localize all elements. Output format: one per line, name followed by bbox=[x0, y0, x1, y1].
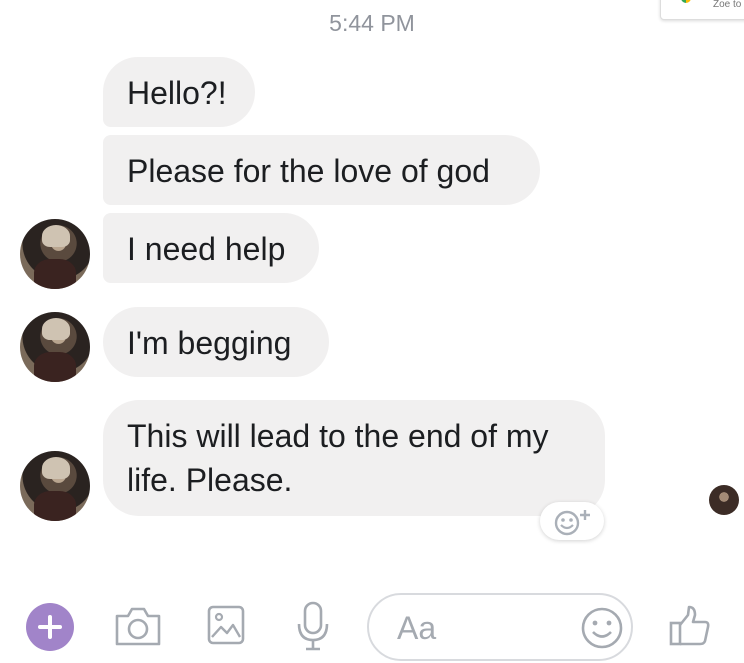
message-bubble[interactable]: Please for the love of god bbox=[103, 135, 540, 205]
message-bubble[interactable]: I need help bbox=[103, 213, 319, 283]
camera-icon bbox=[115, 607, 161, 646]
like-button[interactable] bbox=[668, 604, 712, 653]
sender-avatar[interactable] bbox=[20, 312, 90, 382]
message-text: I need help bbox=[127, 231, 286, 267]
message-text-line: life. Please. bbox=[127, 462, 293, 498]
message-text: Please for the love of god bbox=[127, 153, 490, 189]
camera-button[interactable] bbox=[113, 604, 163, 653]
plus-icon bbox=[38, 615, 62, 639]
message-text: Hello?! bbox=[127, 75, 227, 111]
microphone-icon bbox=[297, 601, 329, 651]
message-bubble[interactable]: Hello?! bbox=[103, 57, 255, 127]
sender-avatar[interactable] bbox=[20, 219, 90, 289]
add-button[interactable] bbox=[26, 603, 74, 651]
add-reaction-button[interactable] bbox=[540, 502, 604, 540]
gallery-button[interactable] bbox=[206, 604, 246, 651]
message-text: I'm begging bbox=[127, 325, 292, 361]
emoji-button[interactable] bbox=[579, 605, 625, 656]
chrome-logo-icon bbox=[681, 0, 691, 3]
message-text-line: This will lead to the end of my bbox=[127, 418, 549, 454]
message-bubble[interactable]: This will lead to the end of my life. Pl… bbox=[103, 400, 605, 516]
message-bubble[interactable]: I'm begging bbox=[103, 307, 329, 377]
image-icon bbox=[207, 605, 245, 645]
notification-tab-text: Zoe to bbox=[713, 0, 742, 10]
message-composer[interactable] bbox=[367, 593, 633, 661]
voice-button[interactable] bbox=[296, 600, 330, 657]
smiley-icon bbox=[581, 607, 623, 649]
browser-notification-tab[interactable]: Zoe to bbox=[660, 0, 744, 20]
message-input[interactable] bbox=[395, 609, 569, 647]
conversation-timestamp: 5:44 PM bbox=[329, 10, 415, 36]
add-reaction-icon bbox=[554, 510, 590, 536]
sender-avatar[interactable] bbox=[20, 451, 90, 521]
read-receipt-avatar bbox=[709, 485, 739, 515]
thumbs-up-icon bbox=[669, 605, 710, 646]
